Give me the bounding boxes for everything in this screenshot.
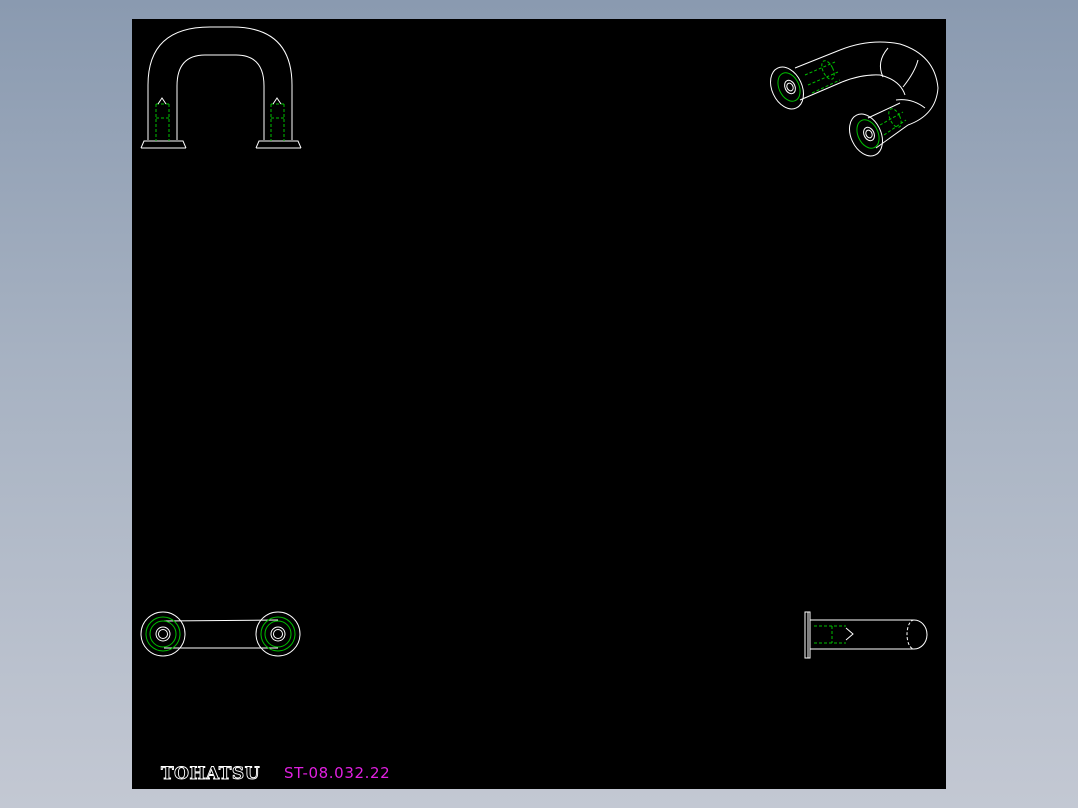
- side-pipe-end: [913, 619, 928, 650]
- iso-upper-arm-top: [794, 49, 841, 69]
- brand-logo-text: TOHATSU: [161, 764, 260, 784]
- left-hidden-bore: [155, 103, 170, 141]
- top-left-flange: [140, 611, 186, 657]
- pipe-inner-outline: [176, 54, 265, 140]
- cad-drawing: TOHATSU ST-08.032.22: [140, 26, 939, 784]
- front-view: [140, 26, 302, 149]
- pipe-outer-outline: [147, 26, 293, 140]
- iso-lower-arm-bottom: [875, 124, 909, 149]
- top-view: [140, 611, 301, 657]
- top-right-flange: [255, 611, 301, 657]
- iso-bend-inner: [841, 74, 906, 96]
- part-number-label: ST-08.032.22: [284, 764, 390, 782]
- left-flange: [140, 140, 187, 149]
- left-nozzle-tip: [157, 97, 167, 105]
- side-view: [804, 611, 928, 659]
- side-hidden-bore: [814, 625, 846, 644]
- iso-upper-arm-bottom: [799, 81, 843, 101]
- isometric-view: [770, 41, 939, 157]
- right-hidden-bore: [270, 103, 285, 141]
- right-flange: [255, 140, 302, 149]
- right-nozzle-tip: [272, 97, 282, 105]
